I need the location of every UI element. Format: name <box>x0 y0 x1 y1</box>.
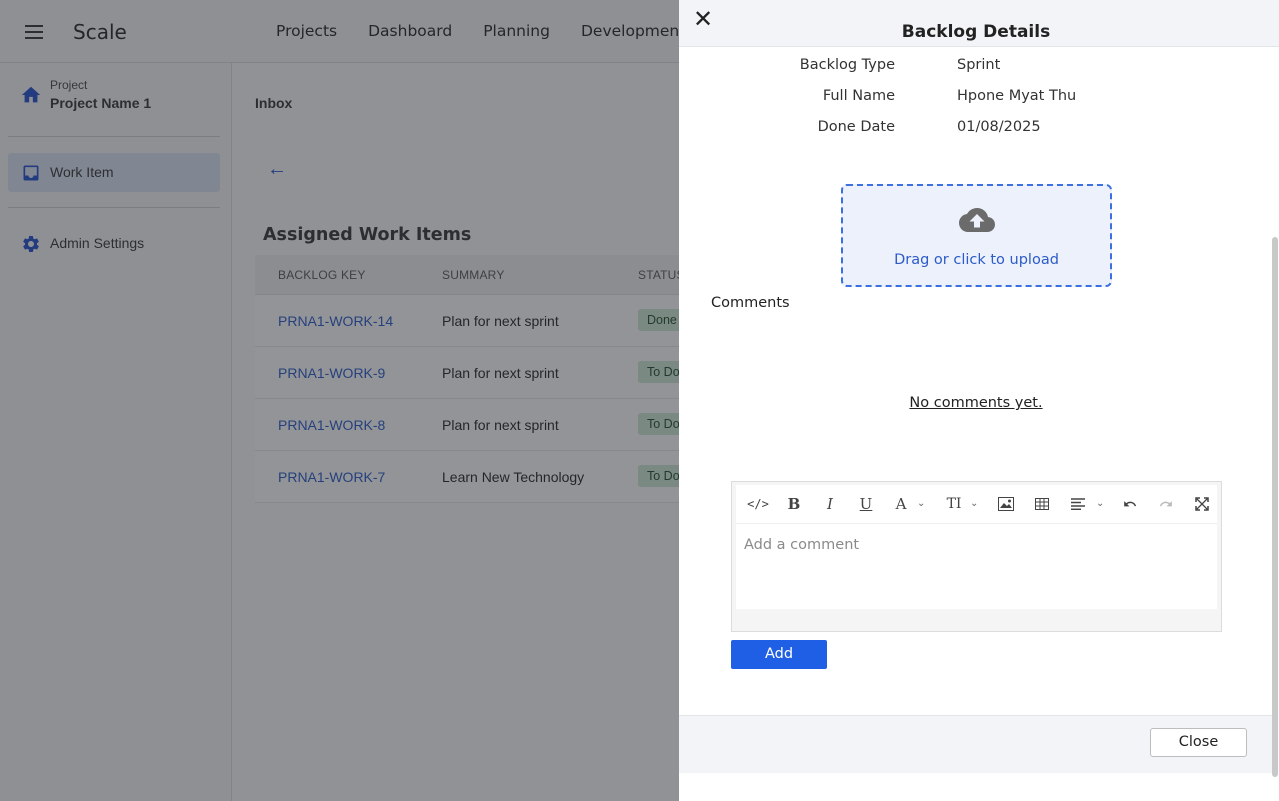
no-comments-message: No comments yet. <box>909 395 1043 411</box>
field-value-done-date: 01/08/2025 <box>957 119 1041 135</box>
field-value-full-name: Hpone Myat Thu <box>957 88 1077 104</box>
comment-input[interactable]: Add a comment <box>736 523 1217 609</box>
editor-toolbar: </> B I U A ⌄ TI ⌄ ⌄ <box>736 485 1217 523</box>
add-comment-button[interactable]: Add <box>731 640 827 669</box>
drawer-header: ✕ Backlog Details <box>679 0 1279 47</box>
file-upload-dropzone[interactable]: Drag or click to upload <box>841 184 1112 287</box>
field-label-full-name: Full Name <box>822 88 895 104</box>
field-value-backlog-type: Sprint <box>957 57 1001 73</box>
drawer-title: Backlog Details <box>901 22 1051 42</box>
font-color-button[interactable]: A <box>890 493 912 515</box>
cloud-upload-icon <box>959 208 995 232</box>
fullscreen-icon <box>1195 497 1209 511</box>
table-icon <box>1035 498 1049 510</box>
upload-text: Drag or click to upload <box>894 252 1059 268</box>
field-label-backlog-type: Backlog Type <box>799 57 895 73</box>
field-label-done-date: Done Date <box>817 119 895 135</box>
backlog-details-drawer: ✕ Backlog Details Backlog Type Sprint Fu… <box>679 0 1279 801</box>
underline-button[interactable]: U <box>854 493 878 515</box>
drawer-footer: Close <box>679 715 1273 773</box>
undo-button[interactable] <box>1118 493 1142 515</box>
redo-button[interactable] <box>1154 493 1178 515</box>
insert-image-button[interactable] <box>994 493 1018 515</box>
code-view-button[interactable]: </> <box>746 493 770 515</box>
comment-placeholder: Add a comment <box>744 537 860 553</box>
modal-backdrop[interactable] <box>0 0 679 801</box>
comments-label: Comments <box>711 295 790 311</box>
bold-button[interactable]: B <box>782 493 806 515</box>
fullscreen-button[interactable] <box>1190 493 1214 515</box>
font-size-button[interactable]: TI <box>942 493 966 515</box>
close-button[interactable]: Close <box>1150 728 1247 757</box>
comment-editor: </> B I U A ⌄ TI ⌄ ⌄ Add a comment <box>731 481 1222 632</box>
align-left-icon <box>1071 498 1085 510</box>
italic-button[interactable]: I <box>818 493 842 515</box>
chevron-down-icon[interactable]: ⌄ <box>917 493 925 515</box>
align-button[interactable] <box>1066 493 1090 515</box>
chevron-down-icon[interactable]: ⌄ <box>1096 493 1104 515</box>
redo-icon <box>1159 501 1172 507</box>
undo-icon <box>1124 501 1137 507</box>
drawer-scrollbar[interactable] <box>1272 237 1278 777</box>
insert-table-button[interactable] <box>1030 493 1054 515</box>
chevron-down-icon[interactable]: ⌄ <box>970 493 978 515</box>
image-icon <box>998 497 1014 511</box>
